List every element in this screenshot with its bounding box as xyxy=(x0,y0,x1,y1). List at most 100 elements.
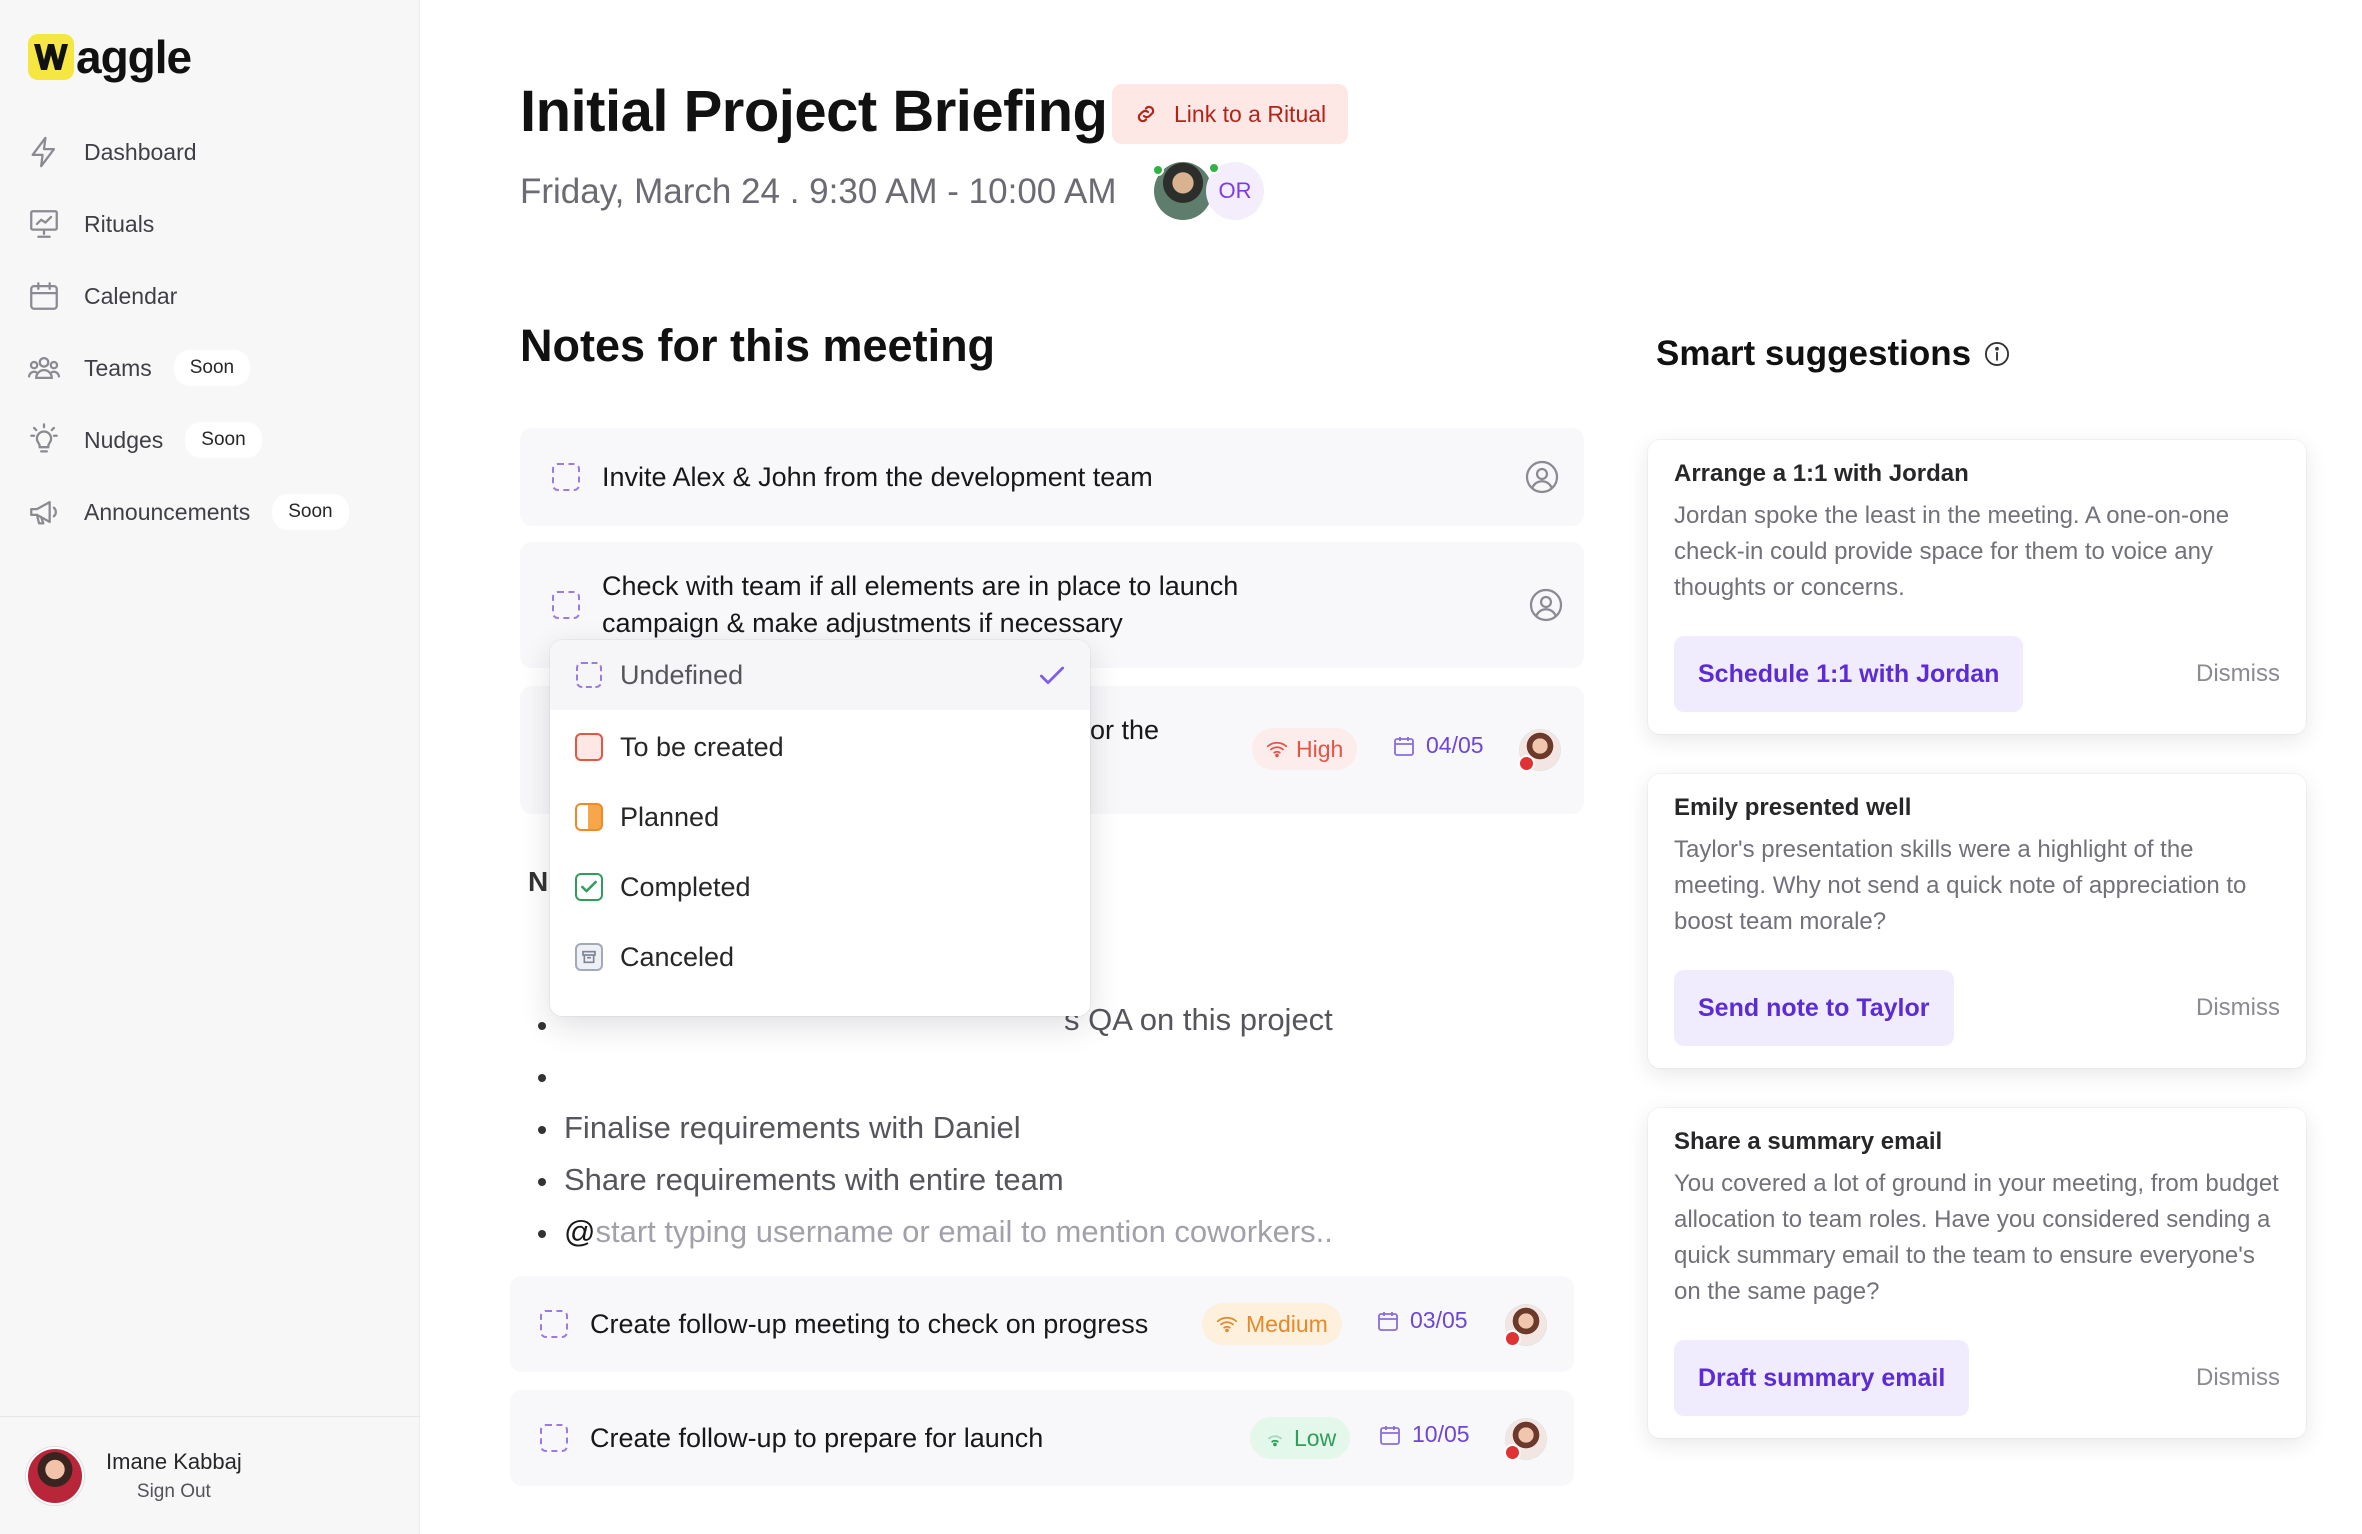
dismiss-button[interactable]: Dismiss xyxy=(2196,1364,2280,1392)
task-status-checkbox[interactable] xyxy=(552,591,580,619)
assign-user-icon[interactable] xyxy=(1524,459,1560,495)
presentation-chart-icon xyxy=(26,206,62,242)
calendar-icon xyxy=(1378,1311,1398,1331)
due-date-label: 03/05 xyxy=(1410,1307,1468,1333)
status-option-label: Planned xyxy=(620,801,720,832)
soon-badge: Soon xyxy=(272,494,349,530)
soon-badge: Soon xyxy=(185,422,262,458)
suggestion-card: Arrange a 1:1 with Jordan Jordan spoke t… xyxy=(1648,440,2306,734)
priority-label: Medium xyxy=(1246,1310,1328,1337)
signal-icon xyxy=(1268,1435,1282,1447)
logo-w-mark xyxy=(28,34,74,80)
completed-status-icon xyxy=(574,872,604,902)
status-option-planned[interactable]: Planned xyxy=(550,782,1090,852)
link-to-ritual-button[interactable]: Link to a Ritual xyxy=(1112,84,1349,144)
suggestion-body: Jordan spoke the least in the meeting. A… xyxy=(1674,502,2230,601)
sidebar-item-label: Announcements xyxy=(84,498,251,525)
status-option-label: To be created xyxy=(620,731,784,762)
assignee-avatar[interactable] xyxy=(1504,1305,1546,1347)
sidebar-item-teams[interactable]: Teams Soon xyxy=(26,332,406,404)
planned-status-icon xyxy=(574,802,604,832)
suggestion-title: Share a summary email xyxy=(1674,1128,1943,1155)
suggestion-card: Emily presented well Taylor's presentati… xyxy=(1648,774,2306,1068)
mention-input[interactable]: @ start typing username or email to menti… xyxy=(534,1206,1333,1258)
smart-suggestions-title: Smart suggestions xyxy=(1656,334,2011,374)
sidebar-item-announcements[interactable]: Announcements Soon xyxy=(26,476,406,548)
note-bullet[interactable] xyxy=(534,1050,1333,1102)
due-date[interactable]: 04/05 xyxy=(1392,732,1484,759)
signal-icon xyxy=(1216,1316,1238,1333)
priority-badge-low[interactable]: Low xyxy=(1250,1417,1351,1459)
task-text[interactable]: Create follow-up meeting to check on pro… xyxy=(590,1306,1148,1343)
sidebar-item-dashboard[interactable]: Dashboard xyxy=(26,116,406,188)
lightning-icon xyxy=(26,134,62,170)
checkmark-icon xyxy=(1040,666,1064,684)
sidebar-item-rituals[interactable]: Rituals xyxy=(26,188,406,260)
due-date-label: 10/05 xyxy=(1412,1421,1470,1447)
priority-label: Low xyxy=(1294,1424,1337,1451)
task-text[interactable]: Create follow-up to prepare for launch xyxy=(590,1420,1043,1457)
priority-badge-medium[interactable]: Medium xyxy=(1202,1303,1342,1345)
note-bullet[interactable]: Finalise requirements with Daniel xyxy=(534,1102,1333,1154)
logo-text: aggle xyxy=(76,31,192,83)
status-option-canceled[interactable]: Canceled xyxy=(550,922,1090,992)
assignee-avatar[interactable] xyxy=(1518,730,1560,772)
calendar-icon xyxy=(1394,736,1414,756)
task-text[interactable]: Check with team if all elements are in p… xyxy=(602,568,1282,642)
sign-out-link[interactable]: Sign Out xyxy=(106,1481,242,1503)
page-title: Initial Project Briefing xyxy=(520,79,1108,144)
task-status-checkbox[interactable] xyxy=(540,1310,568,1338)
lightbulb-icon xyxy=(26,422,62,458)
status-option-label: Undefined xyxy=(620,659,744,690)
undefined-status-icon xyxy=(574,660,604,690)
task-item[interactable]: Invite Alex & John from the development … xyxy=(520,428,1584,526)
to-be-created-status-icon xyxy=(574,732,604,762)
task-item[interactable]: Create follow-up meeting to check on pro… xyxy=(510,1276,1574,1372)
task-status-checkbox[interactable] xyxy=(540,1424,568,1452)
sidebar-item-label: Calendar xyxy=(84,282,178,309)
note-bullet[interactable]: Share requirements with entire team xyxy=(534,1154,1333,1206)
priority-label: High xyxy=(1296,735,1344,762)
notes-subheading-fragment: N xyxy=(528,866,549,897)
assignee-avatar[interactable] xyxy=(1504,1419,1546,1461)
attendee-list: OR xyxy=(1152,162,1274,222)
draft-summary-email-button[interactable]: Draft summary email xyxy=(1674,1340,1970,1416)
due-date-label: 04/05 xyxy=(1426,732,1484,758)
suggestion-body: You covered a lot of ground in your meet… xyxy=(1674,1170,2279,1305)
info-icon[interactable] xyxy=(1983,340,2011,368)
sidebar-item-calendar[interactable]: Calendar xyxy=(26,260,406,332)
suggestion-body: Taylor's presentation skills were a high… xyxy=(1674,836,2247,935)
mention-placeholder: start typing username or email to mentio… xyxy=(595,1214,1333,1249)
notes-bullet-list[interactable]: Finalise requirements with Daniel Share … xyxy=(534,998,1333,1258)
user-name: Imane Kabbaj xyxy=(106,1448,242,1474)
sidebar-nav: Dashboard Rituals Calendar Teams Soon Nu… xyxy=(26,116,406,548)
due-date[interactable]: 03/05 xyxy=(1376,1307,1468,1334)
task-text[interactable]: Invite Alex & John from the development … xyxy=(602,459,1153,496)
link-to-ritual-label: Link to a Ritual xyxy=(1174,100,1327,127)
send-note-button[interactable]: Send note to Taylor xyxy=(1674,970,1954,1046)
due-date[interactable]: 10/05 xyxy=(1378,1421,1470,1448)
sidebar-item-label: Nudges xyxy=(84,426,164,453)
priority-badge-high[interactable]: High xyxy=(1252,728,1358,770)
status-option-completed[interactable]: Completed xyxy=(550,852,1090,922)
online-status-dot xyxy=(1152,164,1164,176)
dismiss-button[interactable]: Dismiss xyxy=(2196,660,2280,688)
avatar[interactable] xyxy=(26,1446,84,1505)
task-status-checkbox[interactable] xyxy=(552,463,580,491)
calendar-icon xyxy=(1380,1425,1400,1445)
sidebar-item-label: Dashboard xyxy=(84,138,197,165)
status-option-to-be-created[interactable]: To be created xyxy=(550,712,1090,782)
status-option-undefined[interactable]: Undefined xyxy=(550,640,1090,710)
sidebar-item-nudges[interactable]: Nudges Soon xyxy=(26,404,406,476)
online-status-dot xyxy=(1208,162,1220,174)
assign-user-icon[interactable] xyxy=(1528,587,1564,623)
megaphone-icon xyxy=(26,494,62,530)
task-item[interactable]: Create follow-up to prepare for launch L… xyxy=(510,1390,1574,1486)
dismiss-button[interactable]: Dismiss xyxy=(2196,994,2280,1022)
schedule-1-1-button[interactable]: Schedule 1:1 with Jordan xyxy=(1674,636,2024,712)
task-text-fragment[interactable]: or the xyxy=(1090,712,1159,749)
suggestion-title: Emily presented well xyxy=(1674,794,1912,821)
calendar-icon xyxy=(26,278,62,314)
waggle-logo[interactable]: aggle xyxy=(28,30,192,84)
link-icon xyxy=(1137,105,1155,123)
